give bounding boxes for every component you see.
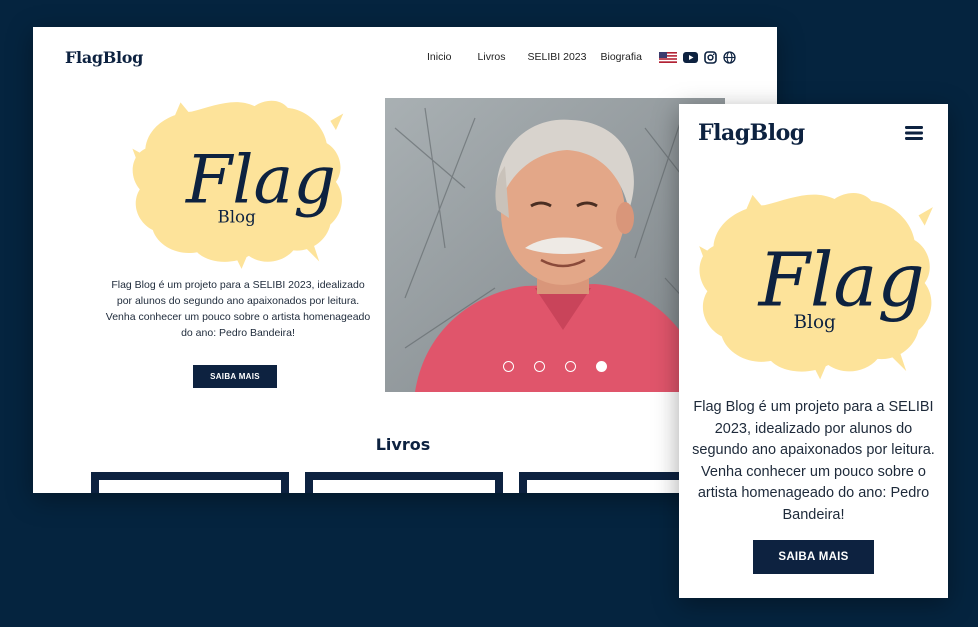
globe-icon[interactable] bbox=[723, 51, 736, 64]
svg-text:Flag: Flag bbox=[757, 239, 925, 324]
flag-blog-logo-image-mobile: Flag Blog bbox=[699, 193, 933, 380]
carousel-dot[interactable] bbox=[565, 361, 576, 372]
mobile-mockup: FlagBlog Flag Blog Flag Blog é um projet… bbox=[679, 104, 948, 598]
flag-blog-logo-image: Flag Blog bbox=[132, 100, 344, 269]
svg-text:Blog: Blog bbox=[794, 312, 837, 333]
section-title-livros: Livros bbox=[375, 435, 431, 454]
nav-link-biografia[interactable]: Biografia bbox=[601, 51, 642, 63]
intro-description: Flag Blog é um projeto para a SELIBI 202… bbox=[105, 279, 371, 339]
desktop-header: FlagBlog Inicio Livros SELIBI 2023 Biogr… bbox=[33, 27, 777, 89]
nav-link-livros[interactable]: Livros bbox=[478, 51, 506, 63]
carousel-dot[interactable] bbox=[503, 361, 514, 372]
book-card[interactable] bbox=[305, 472, 503, 493]
brand-logo[interactable]: FlagBlog bbox=[65, 48, 143, 67]
hamburger-menu-icon[interactable] bbox=[905, 126, 923, 140]
brand-logo-mobile[interactable]: FlagBlog bbox=[698, 120, 805, 146]
svg-text:Blog: Blog bbox=[218, 208, 257, 227]
nav-link-selibi[interactable]: SELIBI 2023 bbox=[528, 51, 587, 63]
nav-link-inicio[interactable]: Inicio bbox=[427, 51, 452, 63]
carousel-dot[interactable] bbox=[534, 361, 545, 372]
carousel-dot-active[interactable] bbox=[596, 361, 607, 372]
social-icons bbox=[659, 51, 736, 64]
hero-carousel[interactable] bbox=[385, 98, 725, 392]
instagram-icon[interactable] bbox=[704, 51, 717, 64]
intro-description-mobile: Flag Blog é um projeto para a SELIBI 202… bbox=[692, 399, 935, 523]
svg-text:Flag: Flag bbox=[184, 140, 336, 218]
portrait-photo bbox=[385, 98, 725, 392]
main-nav: Inicio Livros SELIBI 2023 Biografia bbox=[427, 51, 642, 63]
saiba-mais-button[interactable]: SAIBA MAIS bbox=[193, 365, 277, 388]
desktop-mockup: FlagBlog Inicio Livros SELIBI 2023 Biogr… bbox=[33, 27, 777, 493]
saiba-mais-button-mobile[interactable]: SAIBA MAIS bbox=[753, 540, 874, 574]
youtube-icon[interactable] bbox=[683, 52, 698, 63]
us-flag-icon[interactable] bbox=[659, 52, 677, 63]
book-card[interactable] bbox=[91, 472, 289, 493]
carousel-indicators bbox=[503, 361, 607, 372]
